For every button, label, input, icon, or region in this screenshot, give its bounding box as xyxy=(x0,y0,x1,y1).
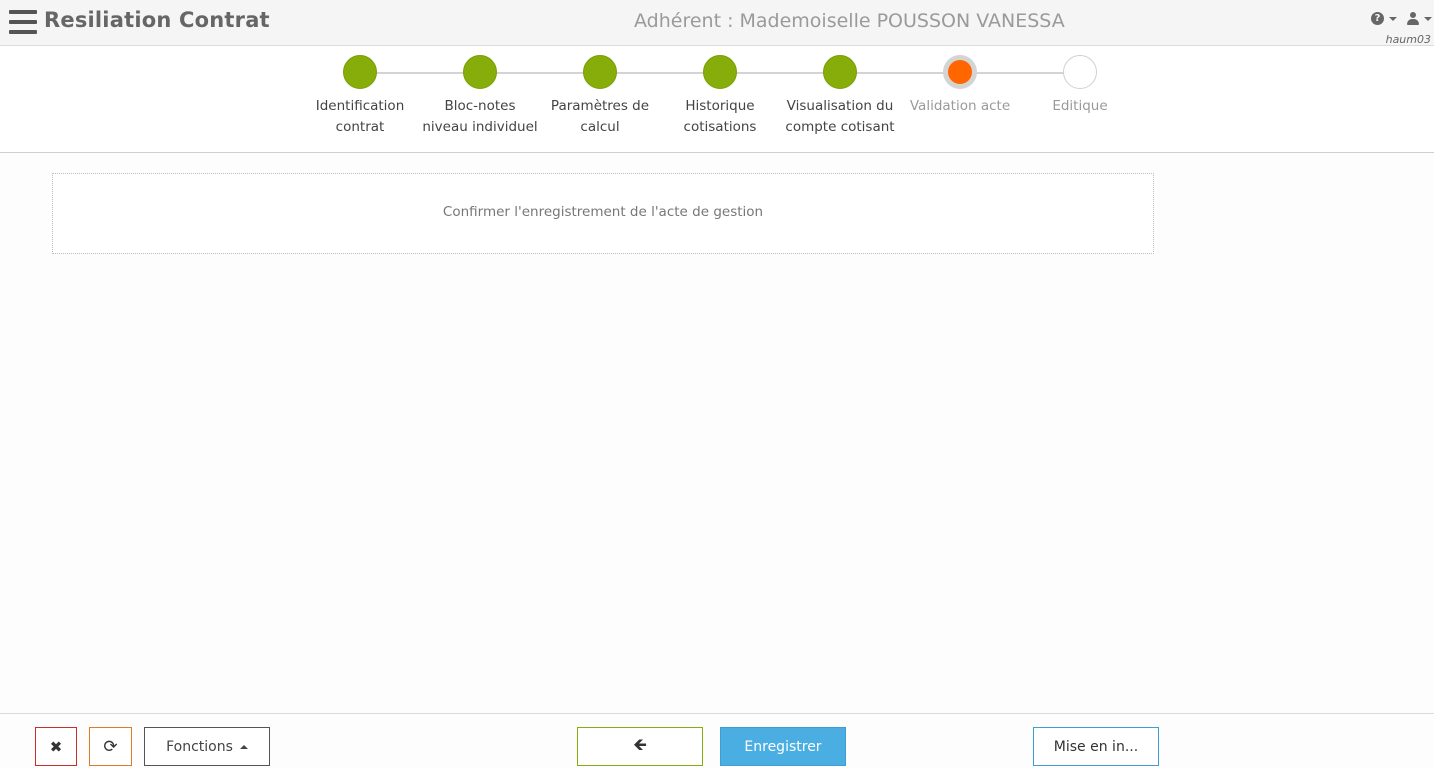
close-button[interactable]: ✖ xyxy=(35,727,77,766)
step-label: Identification contrat xyxy=(315,98,405,135)
help-menu[interactable]: ? xyxy=(1371,12,1397,25)
step-label: Visualisation du compte cotisant xyxy=(785,98,895,135)
username: haum03 xyxy=(1385,33,1431,46)
fonctions-dropdown-button[interactable]: Fonctions xyxy=(144,727,270,766)
step-label: Validation acte xyxy=(909,98,1011,114)
page-title: Resiliation Contrat xyxy=(44,8,270,32)
step-label: Editique xyxy=(1052,98,1108,114)
user-menu[interactable] xyxy=(1407,12,1432,25)
step-label: Paramètres de calcul xyxy=(550,98,650,135)
step-label: Historique cotisations xyxy=(683,98,757,135)
arrow-left-icon: 🡸 xyxy=(633,735,647,755)
close-icon: ✖ xyxy=(49,737,63,756)
step-dot[interactable] xyxy=(463,55,497,89)
wizard-stepper: Identification contrat Bloc-notes niveau i… xyxy=(0,46,1434,153)
step-dot[interactable] xyxy=(343,55,377,89)
step-dot[interactable] xyxy=(703,55,737,89)
refresh-icon: ⟳ xyxy=(103,736,118,757)
top-actions: ? xyxy=(1371,12,1432,25)
member-name: Adhérent : Mademoiselle POUSSON VANESSA xyxy=(634,10,1065,32)
top-bar: Resiliation Contrat Adhérent : Mademoise… xyxy=(0,0,1434,46)
help-icon: ? xyxy=(1371,12,1384,25)
menu-icon[interactable] xyxy=(9,10,37,34)
mise-en-button[interactable]: Mise en in... xyxy=(1033,727,1159,766)
back-button[interactable]: 🡸 xyxy=(577,727,703,766)
step-dot[interactable] xyxy=(943,55,977,89)
caret-up-icon xyxy=(239,744,248,749)
refresh-button[interactable]: ⟳ xyxy=(89,727,132,766)
chevron-down-icon xyxy=(1424,16,1432,21)
step-dot[interactable] xyxy=(823,55,857,89)
fonctions-label: Fonctions xyxy=(166,738,233,755)
user-icon xyxy=(1407,12,1419,25)
step-dot[interactable] xyxy=(1063,55,1097,89)
footer-toolbar: ✖ ⟳ Fonctions 🡸 Enregistrer Mise en in..… xyxy=(0,713,1434,768)
confirm-panel: Confirmer l'enregistrement de l'acte de … xyxy=(52,173,1154,254)
step-dot[interactable] xyxy=(583,55,617,89)
confirm-message: Confirmer l'enregistrement de l'acte de … xyxy=(442,204,764,220)
chevron-down-icon xyxy=(1389,16,1397,21)
step-label: Bloc-notes niveau individuel xyxy=(422,98,538,135)
save-button[interactable]: Enregistrer xyxy=(720,727,846,766)
